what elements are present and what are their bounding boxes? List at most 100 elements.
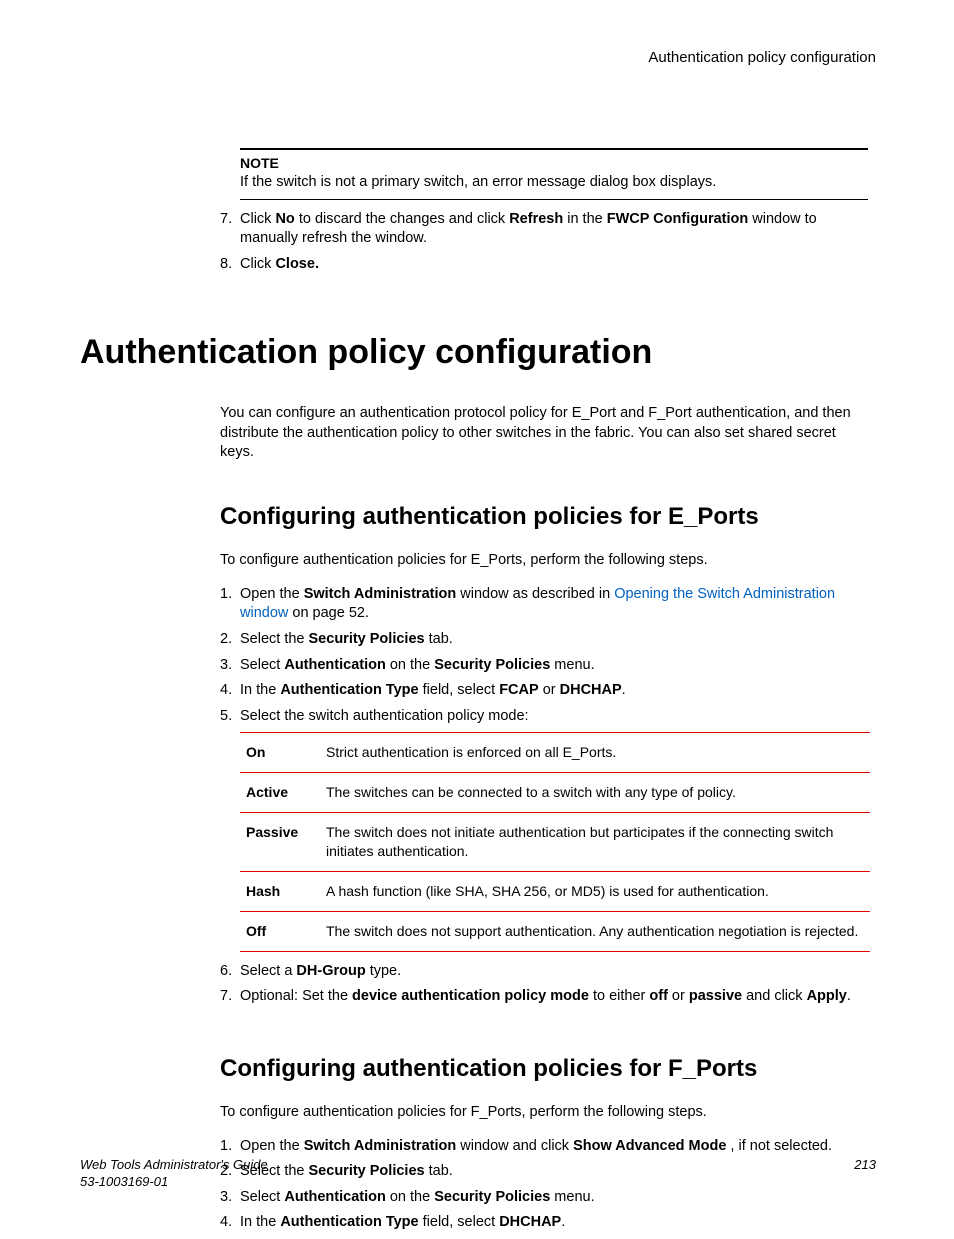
step-5: 5. Select the switch authentication poli… xyxy=(220,707,868,727)
mode-name: Hash xyxy=(240,871,320,911)
section-heading-fports: Configuring authentication policies for … xyxy=(220,1053,876,1085)
continued-steps: 7. Click No to discard the changes and c… xyxy=(220,210,868,275)
text: or xyxy=(539,682,560,698)
table-row: PassiveThe switch does not initiate auth… xyxy=(240,813,870,872)
bold: Authentication Type xyxy=(280,1214,418,1230)
bold: Security Policies xyxy=(309,631,425,647)
step-number: 7. xyxy=(220,210,232,230)
text: in the xyxy=(563,211,607,227)
mode-desc: The switch does not support authenticati… xyxy=(320,911,870,951)
page-content: Authentication policy configuration NOTE… xyxy=(80,48,876,1239)
bold: Authentication xyxy=(284,1189,386,1205)
mode-name: Passive xyxy=(240,813,320,872)
bold: Security Policies xyxy=(434,1189,550,1205)
table-row: OnStrict authentication is enforced on a… xyxy=(240,733,870,773)
note-block: NOTE If the switch is not a primary swit… xyxy=(240,148,868,199)
bold: Authentication xyxy=(284,657,386,673)
text: menu. xyxy=(550,657,594,673)
step-7: 7. Optional: Set the device authenticati… xyxy=(220,987,868,1007)
text: field, select xyxy=(419,1214,500,1230)
text: Click xyxy=(240,211,275,227)
table-row: OffThe switch does not support authentic… xyxy=(240,911,870,951)
section-heading-eports: Configuring authentication policies for … xyxy=(220,501,876,533)
bold: No xyxy=(275,211,294,227)
text: on the xyxy=(386,657,434,673)
bold: Apply xyxy=(807,988,847,1004)
step-4: 4. In the Authentication Type field, sel… xyxy=(220,1213,868,1233)
step-number: 2. xyxy=(220,630,232,650)
eports-steps: 1. Open the Switch Administration window… xyxy=(220,585,868,726)
step-number: 1. xyxy=(220,585,232,605)
footer-title: Web Tools Administrator's Guide xyxy=(80,1156,876,1174)
bold: DHCHAP xyxy=(499,1214,561,1230)
bold: Authentication Type xyxy=(280,682,418,698)
step-1: 1. Open the Switch Administration window… xyxy=(220,1137,868,1157)
table-row: HashA hash function (like SHA, SHA 256, … xyxy=(240,871,870,911)
bold: Switch Administration xyxy=(304,586,457,602)
step-number: 3. xyxy=(220,656,232,676)
intro-paragraph: You can configure an authentication prot… xyxy=(220,404,868,463)
text: or xyxy=(668,988,689,1004)
step-6: 6. Select a DH-Group type. xyxy=(220,962,868,982)
bold: Security Policies xyxy=(434,657,550,673)
text: In the xyxy=(240,682,280,698)
bold: Show Advanced Mode xyxy=(573,1138,730,1154)
text: . xyxy=(561,1214,565,1230)
step-number: 1. xyxy=(220,1137,232,1157)
bold: passive xyxy=(689,988,742,1004)
section-intro: To configure authentication policies for… xyxy=(220,551,868,571)
bold: Close. xyxy=(275,256,319,272)
text: Open the xyxy=(240,1138,304,1154)
page-title: Authentication policy configuration xyxy=(80,330,876,376)
table-row: ActiveThe switches can be connected to a… xyxy=(240,773,870,813)
text: Click xyxy=(240,256,275,272)
text: menu. xyxy=(550,1189,594,1205)
step-number: 8. xyxy=(220,255,232,275)
step-7: 7. Click No to discard the changes and c… xyxy=(220,210,868,249)
text: window and click xyxy=(456,1138,573,1154)
policy-mode-table: OnStrict authentication is enforced on a… xyxy=(240,732,870,951)
note-label: NOTE xyxy=(240,154,868,173)
text: on page 52. xyxy=(288,605,369,621)
step-number: 7. xyxy=(220,987,232,1007)
text: Select the xyxy=(240,631,309,647)
text: Optional: Set the xyxy=(240,988,352,1004)
bold: DH-Group xyxy=(296,963,365,979)
step-number: 4. xyxy=(220,1213,232,1233)
bold: FCAP xyxy=(499,682,538,698)
bold: FWCP Configuration xyxy=(607,211,749,227)
step-number: 6. xyxy=(220,962,232,982)
eports-steps-cont: 6. Select a DH-Group type. 7. Optional: … xyxy=(220,962,868,1007)
text: Select xyxy=(240,657,284,673)
text: Select a xyxy=(240,963,296,979)
text: window as described in xyxy=(456,586,614,602)
bold: DHCHAP xyxy=(560,682,622,698)
mode-name: Off xyxy=(240,911,320,951)
mode-desc: Strict authentication is enforced on all… xyxy=(320,733,870,773)
mode-desc: The switch does not initiate authenticat… xyxy=(320,813,870,872)
text: , if not selected. xyxy=(730,1138,832,1154)
text: Open the xyxy=(240,586,304,602)
bold: Switch Administration xyxy=(304,1138,457,1154)
bold: device authentication policy mode xyxy=(352,988,589,1004)
running-header: Authentication policy configuration xyxy=(80,48,876,68)
step-number: 4. xyxy=(220,681,232,701)
text: field, select xyxy=(419,682,500,698)
step-8: 8. Click Close. xyxy=(220,255,868,275)
text: In the xyxy=(240,1214,280,1230)
text: Select xyxy=(240,1189,284,1205)
text: Select the switch authentication policy … xyxy=(240,708,529,724)
step-3: 3. Select Authentication on the Security… xyxy=(220,656,868,676)
note-text: If the switch is not a primary switch, a… xyxy=(240,173,868,193)
footer-docnum: 53-1003169-01 xyxy=(80,1173,876,1191)
step-4: 4. In the Authentication Type field, sel… xyxy=(220,681,868,701)
page-number: 213 xyxy=(854,1156,876,1174)
mode-desc: A hash function (like SHA, SHA 256, or M… xyxy=(320,871,870,911)
bold: off xyxy=(649,988,668,1004)
step-2: 2. Select the Security Policies tab. xyxy=(220,630,868,650)
section-intro: To configure authentication policies for… xyxy=(220,1103,868,1123)
step-1: 1. Open the Switch Administration window… xyxy=(220,585,868,624)
mode-name: On xyxy=(240,733,320,773)
bold: Refresh xyxy=(509,211,563,227)
text: type. xyxy=(366,963,401,979)
